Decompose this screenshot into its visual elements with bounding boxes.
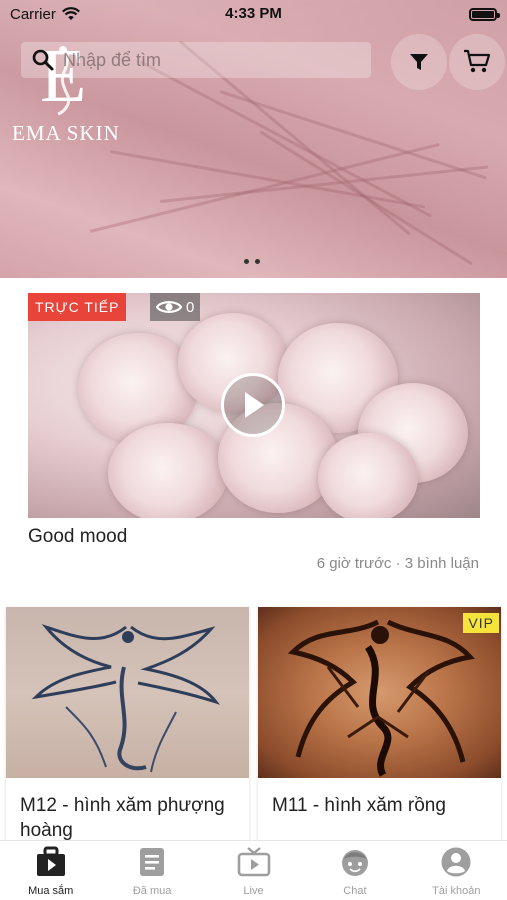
play-icon (245, 392, 264, 418)
search-input[interactable] (63, 49, 343, 71)
tab-label: Chat (343, 885, 367, 897)
live-badge: TRỰC TIẾP (28, 293, 127, 321)
pager-dot[interactable] (244, 259, 249, 264)
filter-icon (410, 54, 428, 70)
tab-label: Live (243, 885, 264, 897)
tab-label: Tài khoản (432, 885, 481, 897)
cart-button[interactable] (449, 34, 505, 90)
product-title: M11 - hình xăm rồng (272, 795, 446, 816)
viewer-count-badge: 0 (150, 293, 201, 321)
brand-name: EMA SKIN (12, 121, 120, 145)
battery-icon (469, 7, 500, 21)
shopping-play-icon (36, 846, 65, 876)
vip-badge: VIP (463, 613, 499, 633)
filter-button[interactable] (391, 34, 447, 90)
tv-icon (237, 847, 270, 877)
tab-label: Mua sắm (28, 885, 74, 897)
tab-live[interactable]: Live (203, 841, 304, 900)
product-card[interactable]: M12 - hình xăm phượng hoàng (6, 607, 249, 847)
viewer-count: 0 (186, 298, 195, 316)
live-meta: 6 giờ trước · 3 bình luận (316, 555, 479, 572)
tab-account[interactable]: Tài khoản (406, 841, 507, 900)
product-image-dragon-tattoo[interactable]: VIP (258, 607, 501, 778)
tab-chat[interactable]: Chat (304, 841, 405, 900)
document-icon (140, 848, 165, 876)
status-time: 4:33 PM (225, 5, 282, 22)
search-icon (32, 49, 54, 71)
cart-icon (464, 49, 491, 73)
tab-purchased[interactable]: Đã mua (101, 841, 202, 900)
product-image-phoenix-tattoo[interactable] (6, 607, 249, 778)
status-bar: Carrier 4:33 PM (0, 0, 507, 28)
hero-banner[interactable]: Carrier 4:33 PM E EMA SKIN (0, 0, 507, 278)
play-button[interactable] (221, 373, 285, 437)
product-title: M12 - hình xăm phượng hoàng (20, 795, 225, 841)
pager-dot[interactable] (255, 259, 260, 264)
eye-icon (156, 301, 182, 313)
tab-label: Đã mua (132, 885, 172, 897)
live-video-card[interactable]: TRỰC TIẾP 0 (28, 293, 480, 518)
chat-face-icon (341, 850, 368, 876)
account-icon (441, 847, 471, 877)
banner-pager[interactable] (244, 259, 260, 264)
phoenix-tattoo-illustration (31, 623, 221, 773)
live-title[interactable]: Good mood (28, 526, 127, 548)
tab-shopping[interactable]: Mua sắm (0, 841, 101, 900)
wifi-icon (61, 7, 80, 20)
bottom-tab-bar: Mua sắm Đã mua Live Chat Tài khoản (0, 840, 507, 900)
search-bar[interactable] (21, 42, 371, 78)
product-card[interactable]: VIP M11 - hình xăm rồng (258, 607, 501, 847)
carrier-label: Carrier (10, 5, 56, 23)
